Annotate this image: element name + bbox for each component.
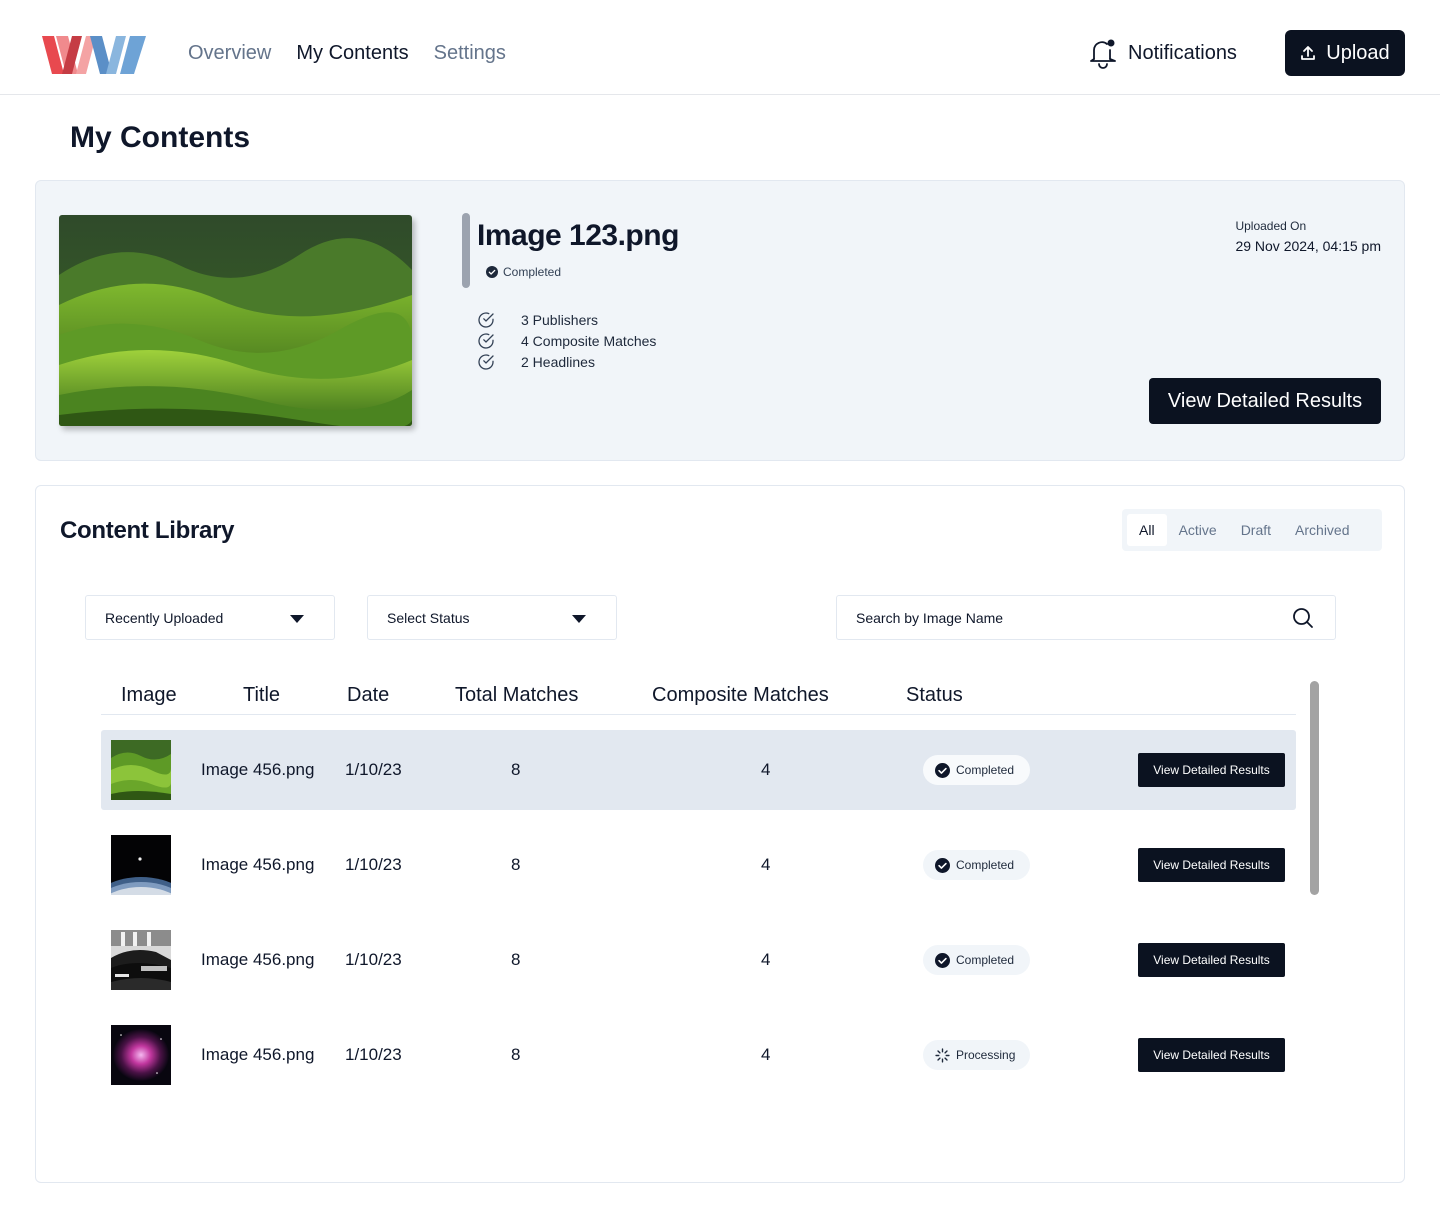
- nav-settings[interactable]: Settings: [434, 42, 506, 65]
- tab-all[interactable]: All: [1127, 514, 1167, 546]
- row-composite-matches: 4: [761, 760, 771, 779]
- row-date: 1/10/23: [345, 950, 402, 969]
- upload-label: Upload: [1326, 41, 1390, 64]
- row-total-matches: 8: [511, 760, 521, 779]
- view-results-button[interactable]: View Detailed Results: [1138, 753, 1285, 787]
- page-title: My Contents: [70, 121, 250, 154]
- search-input[interactable]: [856, 596, 1276, 639]
- notifications-label: Notifications: [1128, 41, 1237, 64]
- row-title: Image 456.png: [201, 1045, 315, 1064]
- row-thumbnail: [111, 835, 171, 895]
- check-circle-icon: [935, 857, 950, 873]
- status-badge: Processing: [923, 1040, 1030, 1070]
- column-header-title: Title: [243, 684, 281, 706]
- featured-accent-bar: [462, 213, 470, 288]
- column-header-image: Image: [121, 684, 177, 706]
- table-row[interactable]: Image 456.png 1/10/23 8 4 Completed View…: [101, 920, 1296, 1000]
- main-nav: Overview My Contents Settings: [188, 42, 506, 65]
- status-badge: Completed: [923, 850, 1030, 880]
- row-thumbnail: [111, 740, 171, 800]
- stat-composite-matches: 4 Composite Matches: [477, 330, 656, 351]
- table-row[interactable]: Image 456.png 1/10/23 8 4 Completed View…: [101, 825, 1296, 905]
- check-circle-icon: [486, 266, 498, 278]
- caret-down-icon: [572, 615, 586, 623]
- nav-my-contents[interactable]: My Contents: [296, 42, 408, 65]
- column-header-composite-matches: Composite Matches: [652, 684, 829, 706]
- check-circle-outline-icon: [478, 311, 494, 328]
- upload-icon: [1301, 46, 1316, 60]
- row-composite-matches: 4: [761, 1045, 771, 1064]
- status-badge: Completed: [923, 945, 1030, 975]
- row-total-matches: 8: [511, 950, 521, 969]
- check-circle-icon: [935, 952, 950, 968]
- column-header-date: Date: [347, 684, 390, 706]
- uploaded-on-label: Uploaded On: [1235, 219, 1307, 233]
- featured-stats: 3 Publishers 4 Composite Matches 2 Headl…: [477, 309, 656, 372]
- uploaded-on-value: 29 Nov 2024, 04:15 pm: [1235, 238, 1381, 254]
- row-composite-matches: 4: [761, 950, 771, 969]
- row-total-matches: 8: [511, 855, 521, 874]
- notifications-button[interactable]: Notifications: [1088, 37, 1237, 69]
- search-icon[interactable]: [1292, 607, 1314, 629]
- table-row[interactable]: Image 456.png 1/10/23 8 4 Processing Vie…: [101, 1015, 1296, 1095]
- content-library-card: Content Library All Active Draft Archive…: [35, 485, 1405, 1183]
- row-title: Image 456.png: [201, 950, 315, 969]
- status-select[interactable]: Select Status: [367, 595, 617, 640]
- column-header-status: Status: [906, 684, 963, 706]
- uploaded-on: Uploaded On 29 Nov 2024, 04:15 pm: [1235, 219, 1381, 254]
- brand-logo[interactable]: [42, 34, 146, 76]
- library-tabs: All Active Draft Archived: [1122, 509, 1382, 551]
- view-results-button[interactable]: View Detailed Results: [1138, 943, 1285, 977]
- caret-down-icon: [290, 615, 304, 623]
- tab-active[interactable]: Active: [1167, 514, 1229, 546]
- stat-publishers: 3 Publishers: [477, 309, 656, 330]
- row-title: Image 456.png: [201, 760, 315, 779]
- view-results-button[interactable]: View Detailed Results: [1138, 1038, 1285, 1072]
- row-date: 1/10/23: [345, 1045, 402, 1064]
- featured-status-label: Completed: [503, 265, 562, 279]
- table-row[interactable]: Image 456.png 1/10/23 8 4 Completed View…: [101, 730, 1296, 810]
- tab-draft[interactable]: Draft: [1229, 514, 1283, 546]
- row-composite-matches: 4: [761, 855, 771, 874]
- sort-select[interactable]: Recently Uploaded: [85, 595, 335, 640]
- row-thumbnail: [111, 1025, 171, 1085]
- upload-button[interactable]: Upload: [1285, 30, 1405, 76]
- stat-headlines: 2 Headlines: [477, 351, 656, 372]
- row-thumbnail: [111, 930, 171, 990]
- search-field: [836, 595, 1336, 640]
- nav-overview[interactable]: Overview: [188, 42, 271, 65]
- status-badge: Completed: [923, 755, 1030, 785]
- row-date: 1/10/23: [345, 760, 402, 779]
- view-results-button[interactable]: View Detailed Results: [1138, 848, 1285, 882]
- tab-archived[interactable]: Archived: [1283, 514, 1361, 546]
- row-total-matches: 8: [511, 1045, 521, 1064]
- check-circle-outline-icon: [478, 332, 494, 349]
- top-header: Overview My Contents Settings Notificati…: [0, 0, 1440, 95]
- library-title: Content Library: [60, 517, 235, 544]
- featured-status: Completed: [486, 265, 561, 279]
- column-header-total-matches: Total Matches: [455, 684, 579, 706]
- status-select-value: Select Status: [387, 609, 470, 626]
- featured-view-results-button[interactable]: View Detailed Results: [1149, 378, 1381, 424]
- check-circle-icon: [935, 762, 950, 778]
- featured-image[interactable]: [59, 215, 412, 426]
- row-date: 1/10/23: [345, 855, 402, 874]
- bell-icon: [1090, 39, 1116, 69]
- featured-content-card: Image 123.png Completed 3 Publishers 4 C…: [35, 180, 1405, 461]
- check-circle-outline-icon: [478, 353, 494, 370]
- table-scrollbar[interactable]: [1310, 681, 1319, 895]
- table-header: Image Title Date Total Matches Composite…: [101, 681, 1296, 715]
- row-title: Image 456.png: [201, 855, 315, 874]
- loader-icon: [935, 1047, 950, 1063]
- sort-select-value: Recently Uploaded: [105, 609, 224, 626]
- featured-title: Image 123.png: [477, 219, 679, 252]
